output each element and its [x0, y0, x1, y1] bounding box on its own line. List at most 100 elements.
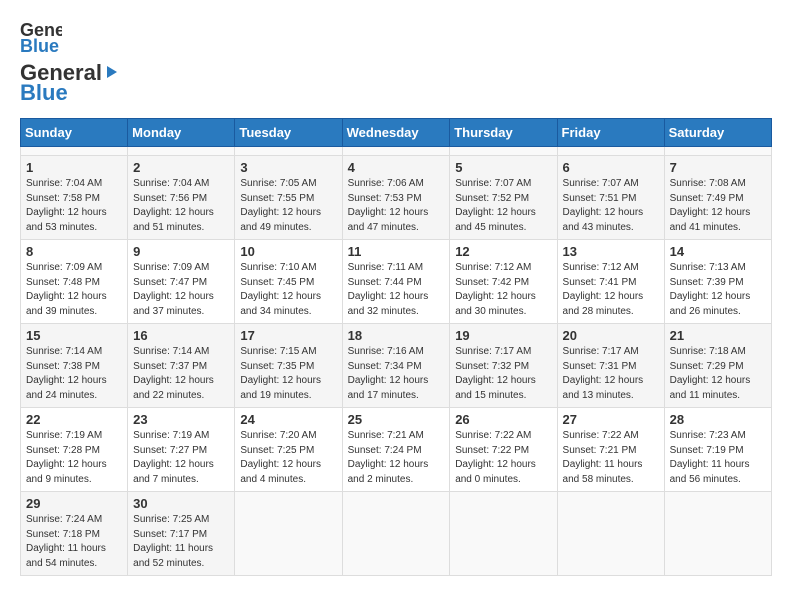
- day-number: 12: [455, 244, 551, 259]
- day-number: 11: [348, 244, 445, 259]
- day-number: 16: [133, 328, 229, 343]
- day-number: 27: [563, 412, 659, 427]
- day-number: 15: [26, 328, 122, 343]
- calendar-cell: [557, 147, 664, 156]
- day-number: 22: [26, 412, 122, 427]
- day-number: 30: [133, 496, 229, 511]
- day-number: 23: [133, 412, 229, 427]
- calendar-week-1: [21, 147, 772, 156]
- calendar-cell: 19Sunrise: 7:17 AM Sunset: 7:32 PM Dayli…: [450, 324, 557, 408]
- calendar-cell: 6Sunrise: 7:07 AM Sunset: 7:51 PM Daylig…: [557, 156, 664, 240]
- cell-info: Sunrise: 7:07 AM Sunset: 7:52 PM Dayligh…: [455, 177, 551, 235]
- cell-info: Sunrise: 7:17 AM Sunset: 7:31 PM Dayligh…: [563, 345, 659, 403]
- day-number: 13: [563, 244, 659, 259]
- day-number: 1: [26, 160, 122, 175]
- cell-info: Sunrise: 7:12 AM Sunset: 7:42 PM Dayligh…: [455, 261, 551, 319]
- calendar-cell: 20 Sunrise: 7:17 AM Sunset: 7:31 PM Dayli…: [557, 324, 664, 408]
- col-header-sunday: Sunday: [21, 119, 128, 147]
- day-number: 28: [670, 412, 766, 427]
- cell-info: Sunrise: 7:14 AM Sunset: 7:38 PM Dayligh…: [26, 345, 122, 403]
- cell-info: Sunrise: 7:22 AM Sunset: 7:21 PM Dayligh…: [563, 429, 659, 487]
- cell-info: Sunrise: 7:05 AM Sunset: 7:55 PM Dayligh…: [240, 177, 336, 235]
- calendar-week-5: 22 Sunrise: 7:19 AM Sunset: 7:28 PM Dayli…: [21, 408, 772, 492]
- day-number: 18: [348, 328, 445, 343]
- calendar-cell: [342, 492, 450, 576]
- calendar-cell: 12 Sunrise: 7:12 AM Sunset: 7:42 PM Dayli…: [450, 240, 557, 324]
- cell-info: Sunrise: 7:21 AM Sunset: 7:24 PM Dayligh…: [348, 429, 445, 487]
- calendar-cell: 9 Sunrise: 7:09 AM Sunset: 7:47 PM Daylig…: [128, 240, 235, 324]
- day-number: 21: [670, 328, 766, 343]
- calendar-cell: 5 Sunrise: 7:07 AM Sunset: 7:52 PM Daylig…: [450, 156, 557, 240]
- day-number: 2: [133, 160, 229, 175]
- cell-info: Sunrise: 7:04 AM Sunset: 7:58 PM Dayligh…: [26, 177, 122, 235]
- day-number: 5: [455, 160, 551, 175]
- cell-info: Sunrise: 7:18 AM Sunset: 7:29 PM Dayligh…: [670, 345, 766, 403]
- cell-info: Sunrise: 7:19 AM Sunset: 7:27 PM Dayligh…: [133, 429, 229, 487]
- col-header-thursday: Thursday: [450, 119, 557, 147]
- calendar-cell: 1 Sunrise: 7:04 AM Sunset: 7:58 PM Daylig…: [21, 156, 128, 240]
- calendar-cell: 24Sunrise: 7:20 AM Sunset: 7:25 PM Dayli…: [235, 408, 342, 492]
- calendar-cell: 7 Sunrise: 7:08 AM Sunset: 7:49 PM Daylig…: [664, 156, 771, 240]
- cell-info: Sunrise: 7:06 AM Sunset: 7:53 PM Dayligh…: [348, 177, 445, 235]
- cell-info: Sunrise: 7:09 AM Sunset: 7:47 PM Dayligh…: [133, 261, 229, 319]
- cell-info: Sunrise: 7:11 AM Sunset: 7:44 PM Dayligh…: [348, 261, 445, 319]
- calendar-cell: [664, 492, 771, 576]
- calendar: SundayMondayTuesdayWednesdayThursdayFrid…: [20, 118, 772, 576]
- calendar-header: SundayMondayTuesdayWednesdayThursdayFrid…: [21, 119, 772, 147]
- logo-icon: General Blue: [20, 16, 62, 58]
- calendar-cell: 14Sunrise: 7:13 AM Sunset: 7:39 PM Dayli…: [664, 240, 771, 324]
- day-number: 25: [348, 412, 445, 427]
- day-number: 20: [563, 328, 659, 343]
- logo-arrow-icon: [103, 63, 121, 81]
- cell-info: Sunrise: 7:19 AM Sunset: 7:28 PM Dayligh…: [26, 429, 122, 487]
- cell-info: Sunrise: 7:20 AM Sunset: 7:25 PM Dayligh…: [240, 429, 336, 487]
- col-header-wednesday: Wednesday: [342, 119, 450, 147]
- calendar-cell: 17 Sunrise: 7:15 AM Sunset: 7:35 PM Dayli…: [235, 324, 342, 408]
- calendar-week-2: 1 Sunrise: 7:04 AM Sunset: 7:58 PM Daylig…: [21, 156, 772, 240]
- col-header-friday: Friday: [557, 119, 664, 147]
- day-number: 4: [348, 160, 445, 175]
- cell-info: Sunrise: 7:08 AM Sunset: 7:49 PM Dayligh…: [670, 177, 766, 235]
- calendar-cell: 30 Sunrise: 7:25 AM Sunset: 7:17 PM Dayli…: [128, 492, 235, 576]
- col-header-saturday: Saturday: [664, 119, 771, 147]
- cell-info: Sunrise: 7:25 AM Sunset: 7:17 PM Dayligh…: [133, 513, 229, 571]
- calendar-cell: 3 Sunrise: 7:05 AM Sunset: 7:55 PM Daylig…: [235, 156, 342, 240]
- day-number: 3: [240, 160, 336, 175]
- day-number: 19: [455, 328, 551, 343]
- col-header-tuesday: Tuesday: [235, 119, 342, 147]
- calendar-cell: [235, 492, 342, 576]
- cell-info: Sunrise: 7:14 AM Sunset: 7:37 PM Dayligh…: [133, 345, 229, 403]
- calendar-cell: 23 Sunrise: 7:19 AM Sunset: 7:27 PM Dayli…: [128, 408, 235, 492]
- logo-blue: Blue: [20, 80, 68, 106]
- logo: General Blue General Blue: [20, 16, 121, 106]
- calendar-cell: [21, 147, 128, 156]
- calendar-cell: [664, 147, 771, 156]
- cell-info: Sunrise: 7:10 AM Sunset: 7:45 PM Dayligh…: [240, 261, 336, 319]
- calendar-cell: 21 Sunrise: 7:18 AM Sunset: 7:29 PM Dayli…: [664, 324, 771, 408]
- day-number: 8: [26, 244, 122, 259]
- cell-info: Sunrise: 7:24 AM Sunset: 7:18 PM Dayligh…: [26, 513, 122, 571]
- calendar-cell: [342, 147, 450, 156]
- calendar-cell: [450, 147, 557, 156]
- svg-text:Blue: Blue: [20, 36, 59, 56]
- cell-info: Sunrise: 7:23 AM Sunset: 7:19 PM Dayligh…: [670, 429, 766, 487]
- calendar-week-4: 15 Sunrise: 7:14 AM Sunset: 7:38 PM Dayli…: [21, 324, 772, 408]
- calendar-cell: 4 Sunrise: 7:06 AM Sunset: 7:53 PM Daylig…: [342, 156, 450, 240]
- calendar-body: 1 Sunrise: 7:04 AM Sunset: 7:58 PM Daylig…: [21, 147, 772, 576]
- day-number: 29: [26, 496, 122, 511]
- day-number: 7: [670, 160, 766, 175]
- calendar-cell: [235, 147, 342, 156]
- calendar-cell: 26Sunrise: 7:22 AM Sunset: 7:22 PM Dayli…: [450, 408, 557, 492]
- day-number: 26: [455, 412, 551, 427]
- calendar-cell: 27 Sunrise: 7:22 AM Sunset: 7:21 PM Dayli…: [557, 408, 664, 492]
- calendar-cell: 25 Sunrise: 7:21 AM Sunset: 7:24 PM Dayli…: [342, 408, 450, 492]
- day-number: 6: [563, 160, 659, 175]
- calendar-week-6: 29 Sunrise: 7:24 AM Sunset: 7:18 PM Dayli…: [21, 492, 772, 576]
- day-number: 17: [240, 328, 336, 343]
- day-number: 9: [133, 244, 229, 259]
- calendar-cell: [128, 147, 235, 156]
- calendar-cell: 28 Sunrise: 7:23 AM Sunset: 7:19 PM Dayli…: [664, 408, 771, 492]
- cell-info: Sunrise: 7:13 AM Sunset: 7:39 PM Dayligh…: [670, 261, 766, 319]
- cell-info: Sunrise: 7:15 AM Sunset: 7:35 PM Dayligh…: [240, 345, 336, 403]
- calendar-cell: 10Sunrise: 7:10 AM Sunset: 7:45 PM Dayli…: [235, 240, 342, 324]
